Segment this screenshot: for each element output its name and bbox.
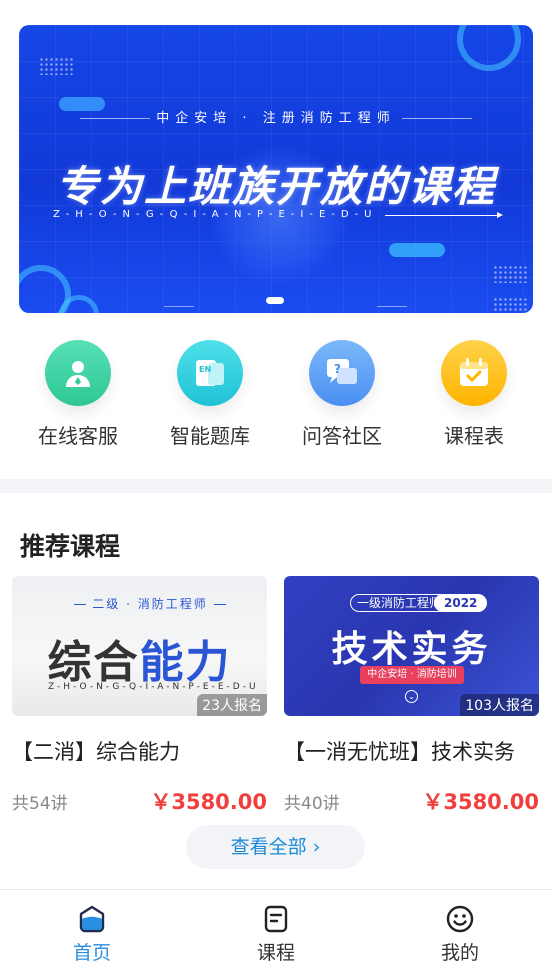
- entry-online-service[interactable]: 在线客服: [23, 340, 133, 450]
- entry-qa-community[interactable]: ? 问答社区: [287, 340, 397, 450]
- banner-line-decoration: [164, 306, 194, 307]
- banner-arrow: [385, 212, 503, 218]
- course-card[interactable]: 二级 · 消防工程师 综合能力 Z-H-O-N-G-Q-I-A-N-P-E-E-…: [12, 576, 267, 816]
- entry-label: 智能题库: [170, 424, 250, 448]
- thumbnail-title: 综合能力: [12, 626, 267, 690]
- svg-text:EN: EN: [199, 365, 211, 374]
- thumbnail-tag-text: 二级 · 消防工程师: [86, 597, 214, 611]
- entry-schedule[interactable]: 课程表: [419, 340, 529, 450]
- course-name[interactable]: 【一消无忧班】技术实务: [284, 736, 539, 766]
- lesson-count: 共54讲: [12, 793, 68, 814]
- course-meta: 共54讲 ￥3580.00: [12, 786, 267, 816]
- thumbnail-pill: 中企安培 · 消防培训: [360, 666, 464, 684]
- banner-dots-decoration: [493, 265, 527, 283]
- enroll-count: 103人报名: [460, 694, 539, 716]
- bottom-tab-bar: 首页 课程 我的: [0, 889, 552, 970]
- banner-title: 专为上班族开放的课程: [55, 162, 496, 211]
- home-icon: [79, 905, 105, 933]
- enroll-count: 23人报名: [197, 694, 267, 716]
- tab-label: 课程: [256, 942, 295, 964]
- course-thumbnail[interactable]: 一级消防工程师 2022 技术实务 中企安培 · 消防培训 ⌄ 103人报名: [284, 576, 539, 716]
- chevron-down-icon: ⌄: [405, 690, 418, 703]
- banner-bar-decoration: [389, 243, 445, 257]
- course-book-icon: [264, 905, 288, 933]
- thumbnail-title-b: 能力: [139, 637, 232, 688]
- view-all-button[interactable]: 查看全部 ›: [186, 825, 365, 869]
- banner-line-decoration: [377, 306, 407, 307]
- svg-text:?: ?: [334, 362, 341, 376]
- banner-page-indicator[interactable]: [266, 297, 284, 304]
- entry-question-bank[interactable]: EN 智能题库: [155, 340, 265, 450]
- lesson-count: 共40讲: [284, 793, 340, 814]
- banner-dots-decoration: [39, 57, 73, 75]
- qa-community-icon: ?: [309, 340, 375, 406]
- section-title: 推荐课程: [20, 532, 121, 561]
- home-page: 中企安培 · 注册消防工程师 专为上班族开放的课程 Z-H-O-N-G-Q-I-…: [0, 0, 552, 970]
- course-meta: 共40讲 ￥3580.00: [284, 786, 539, 816]
- view-all-label: 查看全部: [230, 836, 307, 858]
- thumbnail-title-a: 综合: [47, 637, 140, 688]
- course-card[interactable]: 一级消防工程师 2022 技术实务 中企安培 · 消防培训 ⌄ 103人报名 【…: [284, 576, 539, 816]
- banner-pinyin: Z-H-O-N-G-Q-I-A-N-P-E-I-E-D-U: [53, 209, 378, 220]
- entry-label: 在线客服: [38, 424, 118, 448]
- tab-courses[interactable]: 课程: [184, 890, 368, 970]
- tab-label: 首页: [72, 942, 111, 964]
- customer-service-icon: [45, 340, 111, 406]
- entry-label: 课程表: [444, 424, 504, 448]
- chevron-right-icon: ›: [312, 836, 321, 858]
- entry-label: 问答社区: [302, 424, 382, 448]
- smiley-icon: [446, 905, 474, 933]
- promo-banner[interactable]: 中企安培 · 注册消防工程师 专为上班族开放的课程 Z-H-O-N-G-Q-I-…: [19, 25, 533, 313]
- tab-home[interactable]: 首页: [0, 890, 184, 970]
- thumbnail-tag: 二级 · 消防工程师: [74, 597, 226, 622]
- course-thumbnail[interactable]: 二级 · 消防工程师 综合能力 Z-H-O-N-G-Q-I-A-N-P-E-E-…: [12, 576, 267, 716]
- course-price: ￥3580.00: [422, 790, 539, 814]
- banner-dots-decoration: [493, 297, 527, 313]
- course-name[interactable]: 【二消】综合能力: [12, 736, 267, 766]
- course-price: ￥3580.00: [150, 790, 267, 814]
- question-bank-icon: EN: [177, 340, 243, 406]
- thumbnail-year: 2022: [434, 594, 488, 612]
- section-divider: [0, 479, 552, 493]
- thumbnail-pinyin: Z-H-O-N-G-Q-I-A-N-P-E-E-D-U: [48, 682, 259, 692]
- banner-subtitle: 中企安培 · 注册消防工程师: [19, 107, 533, 126]
- thumbnail-title: 技术实务: [331, 629, 492, 670]
- tab-profile[interactable]: 我的: [368, 890, 552, 970]
- quick-entries: 在线客服 EN 智能题库 ? 问答社区 课程表: [0, 340, 552, 450]
- calendar-icon: [441, 340, 507, 406]
- tab-label: 我的: [440, 942, 479, 964]
